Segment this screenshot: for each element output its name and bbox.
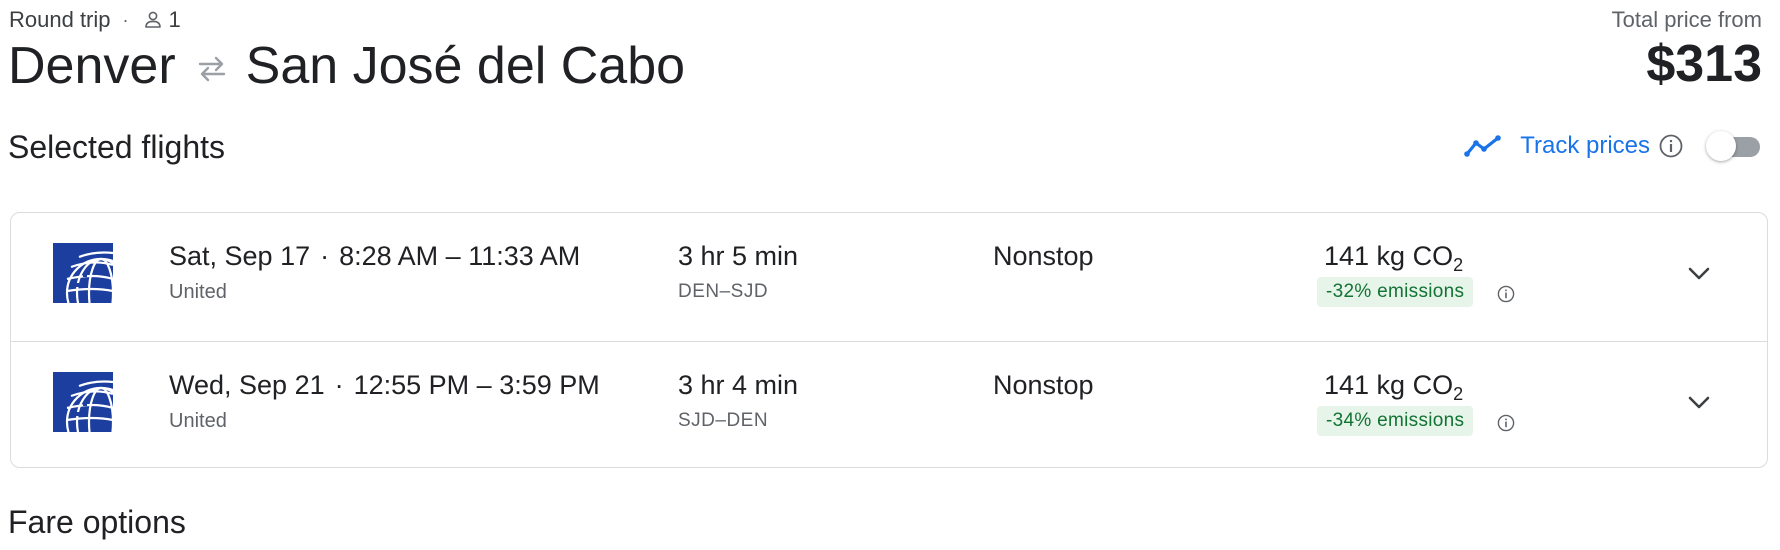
person-outline-icon [143,10,163,30]
emissions-subscript: 2 [1453,255,1464,275]
flight-stops: Nonstop [993,241,1094,271]
info-icon[interactable] [1658,133,1684,159]
route-title: Denver San José del Cabo [8,36,685,96]
flight-booking-page: Round trip · 1 Denver San José del Cabo … [0,0,1780,550]
total-price-label: Total price from [1611,7,1762,32]
airline-name: United [169,410,227,432]
destination-city: San José del Cabo [245,37,686,95]
separator-dot: · [320,241,330,271]
selected-flights-card: Sat, Sep 17 · 8:28 AM – 11:33 AM United 3 … [10,212,1768,468]
emissions-subscript: 2 [1453,384,1464,404]
flight-emissions: 141 kg CO2 [1324,370,1463,405]
selected-flights-title: Selected flights [8,129,226,165]
united-airlines-logo [53,243,113,303]
fare-options-title: Fare options [8,504,186,540]
flight-emissions: 141 kg CO2 [1324,241,1463,276]
emissions-value: 141 kg CO [1324,370,1454,400]
flight-stops: Nonstop [993,370,1094,400]
origin-city: Denver [8,37,176,95]
emissions-badge: -32% emissions [1317,277,1474,307]
airline-name: United [169,281,227,303]
flight-times: 12:55 PM – 3:59 PM [353,370,600,400]
emissions-badge: -34% emissions [1317,406,1474,436]
flight-date-time: Wed, Sep 21 · 12:55 PM – 3:59 PM [169,370,600,401]
flight-airports: SJD–DEN [678,410,769,431]
chevron-down-icon[interactable] [1683,390,1715,414]
track-prices-control: Track prices [1464,131,1762,161]
flight-date: Wed, Sep 21 [169,370,325,400]
separator-dot: · [122,9,129,30]
emissions-value: 141 kg CO [1324,241,1454,271]
total-price: $313 [1646,35,1762,93]
passenger-count[interactable]: 1 [169,7,181,33]
flight-duration: 3 hr 4 min [678,370,799,400]
flight-times: 8:28 AM – 11:33 AM [339,241,581,271]
trip-type-label[interactable]: Round trip [9,7,111,33]
info-icon[interactable] [1496,413,1516,433]
flight-date-time: Sat, Sep 17 · 8:28 AM – 11:33 AM [169,241,580,272]
toggle-knob [1706,131,1736,161]
chevron-down-icon[interactable] [1683,261,1715,285]
flight-duration: 3 hr 5 min [678,241,799,271]
united-airlines-logo [53,372,113,432]
track-prices-toggle[interactable] [1706,131,1762,161]
separator-dot: · [334,370,344,400]
flight-row-return[interactable]: Wed, Sep 21 · 12:55 PM – 3:59 PM United 3 … [11,341,1767,467]
info-icon[interactable] [1496,284,1516,304]
flight-airports: DEN–SJD [678,281,769,302]
track-prices-label[interactable]: Track prices [1520,132,1650,160]
flight-date: Sat, Sep 17 [169,241,311,271]
flight-row-outbound[interactable]: Sat, Sep 17 · 8:28 AM – 11:33 AM United 3 … [11,213,1767,341]
round-trip-arrows-icon [196,55,228,83]
trip-meta: Round trip · 1 [9,7,181,33]
trending-line-icon[interactable] [1464,134,1502,158]
